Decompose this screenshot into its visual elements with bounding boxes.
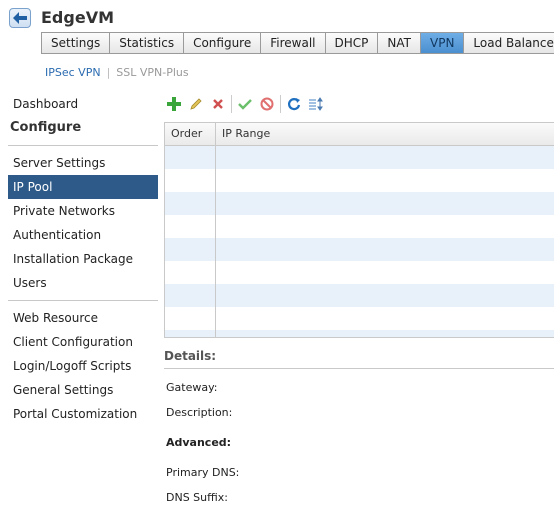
tab-vpn[interactable]: VPN (421, 33, 465, 53)
table-row (165, 330, 554, 337)
primary-dns-label: Primary DNS: (166, 466, 240, 479)
subtab-ssl-vpn-plus[interactable]: SSL VPN-Plus (116, 66, 188, 79)
subtab-separator: | (106, 66, 111, 79)
table-row (165, 215, 554, 238)
advanced-label: Advanced: (166, 436, 232, 449)
sidebar-item-client-configuration[interactable]: Client Configuration (8, 330, 158, 354)
column-header-order[interactable]: Order (165, 123, 216, 145)
page-title: EdgeVM (41, 8, 114, 27)
tab-statistics[interactable]: Statistics (110, 33, 185, 53)
sidebar-divider (8, 300, 158, 301)
table-row (165, 284, 554, 307)
toolbar-divider (231, 95, 232, 113)
main-tabs: Settings Statistics Configure Firewall D… (41, 32, 554, 54)
table-row (165, 307, 554, 330)
grid-body (165, 146, 554, 337)
disable-icon[interactable] (258, 95, 276, 113)
sidebar-item-users[interactable]: Users (8, 271, 158, 295)
back-arrow-icon (13, 12, 27, 24)
sidebar-item-web-resource[interactable]: Web Resource (8, 306, 158, 330)
sidebar-item-dashboard[interactable]: Dashboard (8, 92, 158, 116)
subtab-ipsec-vpn[interactable]: IPSec VPN (45, 66, 101, 79)
tab-firewall[interactable]: Firewall (261, 33, 326, 53)
enable-icon[interactable] (236, 95, 254, 113)
ip-pool-grid: Order IP Range (164, 122, 554, 338)
table-row (165, 261, 554, 284)
refresh-icon[interactable] (285, 95, 303, 113)
sidebar-item-login-logoff-scripts[interactable]: Login/Logoff Scripts (8, 354, 158, 378)
add-icon[interactable] (165, 95, 183, 113)
sidebar-item-portal-customization[interactable]: Portal Customization (8, 402, 158, 426)
sidebar-divider (8, 145, 158, 146)
back-button[interactable] (9, 8, 31, 28)
tab-dhcp[interactable]: DHCP (325, 33, 379, 53)
tab-nat[interactable]: NAT (378, 33, 421, 53)
dns-suffix-label: DNS Suffix: (166, 491, 228, 504)
tab-configure[interactable]: Configure (184, 33, 262, 53)
sidebar-item-ip-pool[interactable]: IP Pool (8, 175, 158, 199)
tab-load-balancer[interactable]: Load Balancer (464, 33, 554, 53)
table-row (165, 169, 554, 192)
table-row (165, 146, 554, 169)
tab-settings[interactable]: Settings (42, 33, 111, 53)
sidebar-item-private-networks[interactable]: Private Networks (8, 199, 158, 223)
grid-toolbar (165, 95, 329, 113)
toolbar-divider (280, 95, 281, 113)
edit-icon[interactable] (187, 95, 205, 113)
sidebar-item-installation-package[interactable]: Installation Package (8, 247, 158, 271)
sidebar-item-general-settings[interactable]: General Settings (8, 378, 158, 402)
details-heading: Details: (164, 349, 217, 363)
sidebar: Dashboard Configure Server Settings IP P… (8, 92, 158, 426)
table-row (165, 192, 554, 215)
sidebar-item-server-settings[interactable]: Server Settings (8, 151, 158, 175)
description-label: Description: (166, 406, 233, 419)
vpn-subtabs: IPSec VPN | SSL VPN-Plus (45, 66, 189, 79)
gateway-label: Gateway: (166, 381, 218, 394)
details-divider (164, 368, 554, 369)
delete-icon[interactable] (209, 95, 227, 113)
table-row (165, 238, 554, 261)
column-header-ip-range[interactable]: IP Range (216, 123, 554, 145)
grid-header: Order IP Range (165, 123, 554, 146)
sidebar-item-authentication[interactable]: Authentication (8, 223, 158, 247)
reorder-icon[interactable] (307, 95, 325, 113)
sidebar-heading-configure: Configure (10, 120, 82, 135)
